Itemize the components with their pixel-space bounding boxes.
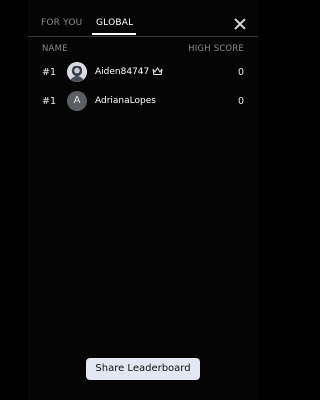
column-header-name: NAME [42, 44, 68, 54]
leaderboard-row[interactable]: #1 Aiden84747 0 [28, 59, 258, 85]
tab-bar: FOR YOU GLOBAL [28, 0, 258, 37]
active-tab-indicator [92, 33, 136, 35]
rank: #1 [42, 67, 57, 78]
crown-icon [152, 67, 163, 75]
leaderboard-panel: FOR YOU GLOBAL NAME HIGH SCORE #1 Aiden8… [28, 0, 258, 400]
tab-for-you[interactable]: FOR YOU [41, 18, 82, 28]
tab-global[interactable]: GLOBAL [96, 18, 133, 28]
high-score: 0 [237, 67, 244, 78]
leaderboard-row[interactable]: #1 A AdrianaLopes 0 [28, 88, 258, 114]
high-score: 0 [237, 96, 244, 107]
avatar: A [67, 91, 87, 111]
column-header-high-score: HIGH SCORE [188, 44, 244, 54]
share-leaderboard-button[interactable]: Share Leaderboard [86, 358, 200, 380]
rank: #1 [42, 96, 57, 107]
username: Aiden84747 [95, 67, 150, 77]
username: AdrianaLopes [95, 96, 156, 106]
avatar [67, 62, 87, 82]
close-icon[interactable] [234, 18, 246, 30]
